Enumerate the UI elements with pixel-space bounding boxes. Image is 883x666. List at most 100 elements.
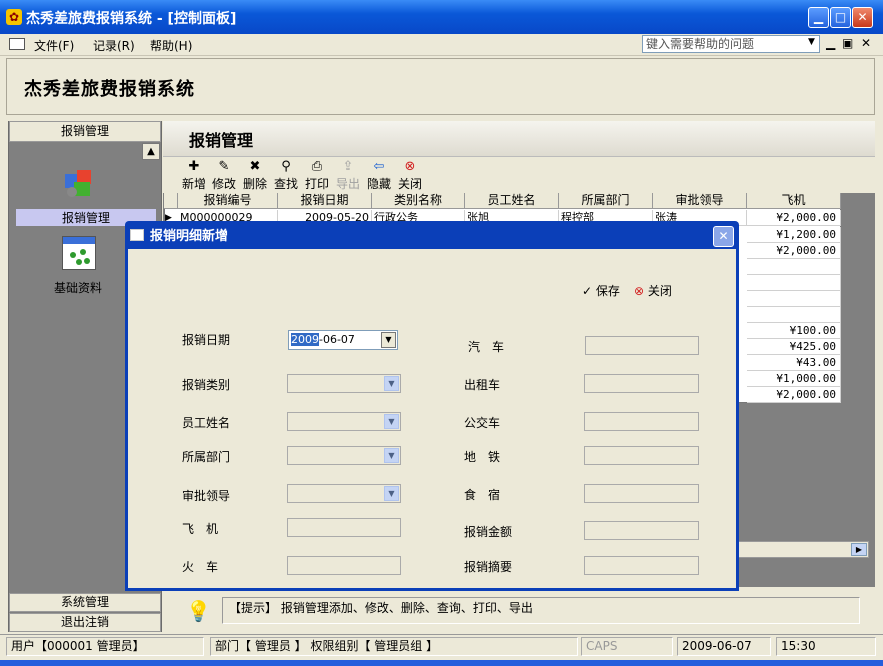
table-cell[interactable] (747, 259, 841, 275)
table-cell[interactable]: ¥1,200.00 (747, 227, 841, 243)
lightbulb-icon: 💡 (186, 599, 211, 623)
transit-field[interactable] (584, 412, 699, 431)
app-logo-icon: ✿ (6, 9, 22, 25)
label-plane: 飞 机 (182, 522, 219, 536)
date-picker[interactable]: 2009-06-07 ▼ (288, 330, 398, 350)
grid-dots-icon[interactable] (62, 236, 96, 270)
scroll-up-icon[interactable]: ▲ (142, 143, 160, 160)
window-titlebar[interactable]: ✿ 杰秀差旅费报销系统 - [控制面板] (0, 0, 883, 34)
chevron-down-icon[interactable]: ▼ (808, 37, 815, 47)
export-button[interactable]: ⇪ 导出 (333, 159, 363, 191)
label-taxi: 出租车 (464, 378, 501, 392)
taxi-field[interactable] (584, 374, 699, 393)
window-title: 杰秀差旅费报销系统 - [控制面板] (26, 11, 237, 27)
hide-button[interactable]: ⇦ 隐藏 (364, 159, 394, 191)
table-cell[interactable]: ¥425.00 (747, 339, 841, 355)
label-approver: 审批领导 (182, 489, 231, 503)
label-transit: 公交车 (464, 416, 501, 430)
sidebar-system[interactable]: 系统管理 (9, 593, 161, 612)
table-cell[interactable]: ¥1,000.00 (747, 371, 841, 387)
window-menu-icon[interactable] (9, 38, 25, 50)
lodging-field[interactable] (584, 484, 699, 503)
dialog-close-button[interactable]: ⊗ 关闭 (634, 282, 672, 299)
label-category: 报销类别 (182, 378, 231, 392)
table-cell[interactable] (747, 307, 841, 323)
menu-file[interactable]: 文件(F) (34, 37, 74, 54)
label-lodging: 食 宿 (464, 488, 501, 502)
metro-field[interactable] (584, 446, 699, 465)
minimize-icon[interactable]: ▁ (808, 7, 829, 28)
chevron-down-icon[interactable]: ▼ (384, 376, 399, 391)
menu-help[interactable]: 帮助(H) (150, 37, 192, 54)
delete-button[interactable]: ✖ 删除 (240, 159, 270, 191)
grid-header-dept[interactable]: 所属部门 (559, 193, 653, 209)
print-button[interactable]: ⎙ 打印 (302, 159, 332, 191)
amount-field[interactable] (584, 521, 699, 540)
sidebar-header[interactable]: 报销管理 (9, 121, 161, 142)
sidebar-logout[interactable]: 退出注销 (9, 613, 161, 632)
label-amount: 报销金额 (464, 525, 513, 539)
close-button[interactable]: ⊗ 关闭 (395, 159, 425, 191)
grid-header-plane[interactable]: 飞机 (747, 193, 841, 209)
dept-select[interactable]: ▼ (287, 446, 401, 465)
save-button[interactable]: ✓ 保存 (582, 282, 620, 299)
bus-field[interactable] (585, 336, 699, 355)
find-button[interactable]: ⚲ 查找 (271, 159, 301, 191)
table-cell[interactable] (747, 291, 841, 307)
maximize-icon[interactable]: □ (830, 7, 851, 28)
label-summary: 报销摘要 (464, 560, 513, 574)
chevron-down-icon[interactable]: ▼ (384, 448, 399, 463)
section-title: 报销管理 (189, 131, 254, 150)
add-button[interactable]: ✚ 新增 (179, 159, 209, 191)
category-select[interactable]: ▼ (287, 374, 401, 393)
employee-select[interactable]: ▼ (287, 412, 401, 431)
train-field[interactable] (287, 556, 401, 575)
section-band (163, 121, 875, 157)
mdi-minimize-icon[interactable]: ▁ (826, 36, 835, 50)
table-cell[interactable]: ¥43.00 (747, 355, 841, 371)
label-bus: 汽 车 (468, 340, 505, 354)
app-heading: 杰秀差旅费报销系统 (24, 79, 195, 100)
label-date: 报销日期 (182, 333, 231, 347)
help-search-input[interactable]: 键入需要帮助的问题 (642, 35, 820, 53)
mdi-close-icon[interactable]: ✕ (861, 36, 871, 50)
menu-record[interactable]: 记录(R) (93, 37, 135, 54)
dialog-form-icon (130, 229, 144, 241)
chevron-down-icon[interactable]: ▼ (384, 486, 399, 501)
table-cell[interactable]: ¥2,000.00 (747, 243, 841, 259)
dialog-close-icon[interactable]: ✕ (713, 226, 734, 247)
grid-header-category[interactable]: 类别名称 (372, 193, 465, 209)
chevron-down-icon[interactable]: ▼ (384, 414, 399, 429)
table-cell[interactable] (747, 275, 841, 291)
gear-cubes-icon[interactable] (62, 166, 96, 200)
scroll-right-icon[interactable]: ▶ (851, 543, 867, 556)
grid-header-employee[interactable]: 员工姓名 (465, 193, 559, 209)
plane-field[interactable] (287, 518, 401, 537)
close-icon[interactable]: ✕ (852, 7, 873, 28)
approver-select[interactable]: ▼ (287, 484, 401, 503)
dialog-title: 报销明细新增 (150, 229, 229, 244)
status-dept: 部门【 管理员 】 权限组别【 管理员组 】 (210, 637, 578, 656)
edit-button[interactable]: ✎ 修改 (209, 159, 239, 191)
table-cell[interactable]: ¥100.00 (747, 323, 841, 339)
close-circle-icon: ⊗ (634, 284, 645, 298)
label-train: 火 车 (182, 560, 219, 574)
grid-header-approver[interactable]: 审批领导 (653, 193, 747, 209)
chevron-down-icon[interactable]: ▼ (381, 332, 396, 348)
grid-header-id[interactable]: 报销编号 (178, 193, 278, 209)
label-dept: 所属部门 (182, 450, 231, 464)
grid-corner (164, 193, 178, 209)
table-cell[interactable]: ¥2,000.00 (747, 387, 841, 403)
mdi-restore-icon[interactable]: ▣ (842, 36, 853, 50)
table-cell[interactable]: ¥2,000.00 (747, 210, 841, 226)
status-date: 2009-06-07 (677, 637, 771, 656)
grid-header-date[interactable]: 报销日期 (278, 193, 372, 209)
status-time: 15:30 (776, 637, 876, 656)
summary-field[interactable] (584, 556, 699, 575)
status-user: 用户【000001 管理员】 (6, 637, 204, 656)
tip-text: 【提示】 报销管理添加、修改、删除、查询、打印、导出 (222, 597, 860, 624)
status-caps: CAPS (581, 637, 673, 656)
grid-side-strip (841, 193, 869, 541)
label-employee: 员工姓名 (182, 416, 231, 430)
label-metro: 地 铁 (464, 450, 501, 464)
